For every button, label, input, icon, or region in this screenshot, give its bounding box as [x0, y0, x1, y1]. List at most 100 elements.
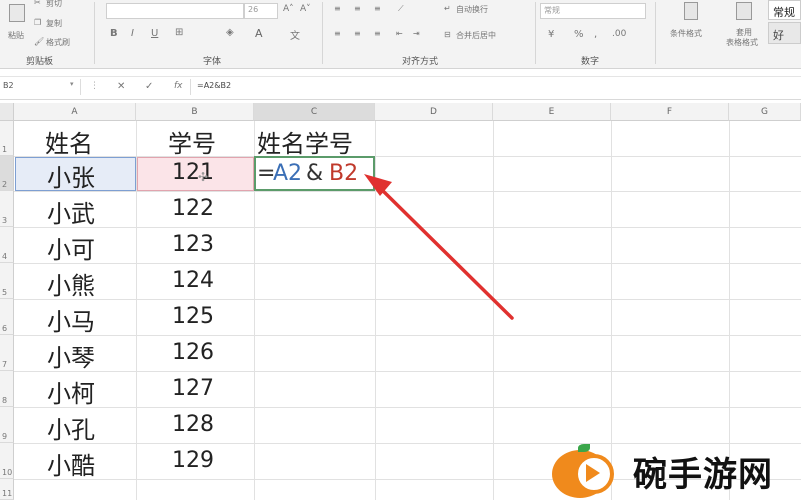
paste-button[interactable]: 粘贴 — [4, 2, 30, 46]
separator — [322, 2, 323, 64]
cell-a3[interactable]: 小武 — [47, 194, 95, 229]
percent-icon[interactable]: % — [574, 29, 584, 40]
enter-button[interactable]: ✓ — [145, 81, 153, 92]
format-as-table-button[interactable]: 套用 表格格式 — [724, 0, 764, 50]
number-group-label: 数字 — [581, 57, 600, 67]
format-as-table-label-2: 表格格式 — [726, 38, 758, 47]
column-header-a[interactable]: A — [14, 103, 136, 121]
border-icon[interactable]: ⊞ — [175, 27, 183, 38]
row-header-11[interactable]: 11 — [0, 479, 14, 500]
row-number: 5 — [2, 288, 8, 297]
currency-icon[interactable]: ¥ — [548, 29, 554, 40]
name-box-value: B2 — [3, 81, 14, 90]
conditional-format-icon — [684, 2, 698, 20]
grid-line — [14, 227, 801, 228]
cell-b10[interactable]: 129 — [172, 448, 214, 473]
align-bottom-icon[interactable]: ≡ — [374, 4, 381, 13]
paste-label: 粘贴 — [8, 31, 24, 40]
row-header-10[interactable]: 10 — [0, 443, 14, 479]
conditional-format-button[interactable]: 条件格式 — [668, 0, 712, 46]
annotation-arrow — [364, 174, 514, 320]
cut-label: 剪切 — [46, 0, 62, 8]
cancel-button[interactable]: ✕ — [117, 81, 125, 92]
shrink-font-icon[interactable]: A˅ — [300, 4, 311, 14]
underline-button[interactable]: U — [151, 28, 158, 39]
style-normal-label: 常规 — [773, 6, 795, 19]
row-header-4[interactable]: 4 — [0, 227, 14, 263]
row-header-2[interactable]: 2 — [0, 156, 14, 191]
cell-a1[interactable]: 姓名 — [45, 124, 93, 159]
cell-b9[interactable]: 128 — [172, 412, 214, 437]
number-format-value: 常规 — [544, 6, 560, 15]
cell-a6[interactable]: 小马 — [47, 302, 95, 337]
row-header-9[interactable]: 9 — [0, 407, 14, 443]
wrap-text-icon: ↵ — [444, 4, 451, 13]
row-header-7[interactable]: 7 — [0, 335, 14, 371]
select-all-corner[interactable] — [0, 103, 14, 121]
formula-input[interactable]: =A2&B2 — [190, 79, 801, 95]
orientation-icon[interactable]: ⟋ — [398, 4, 404, 14]
row-header-1[interactable]: 1 — [0, 121, 14, 156]
style-good[interactable]: 好 — [768, 22, 801, 44]
cell-c2[interactable]: = A2 & B2 — [254, 156, 375, 191]
row-header-5[interactable]: 5 — [0, 263, 14, 299]
cell-b5[interactable]: 124 — [172, 268, 214, 293]
chevron-down-icon: ▾ — [70, 80, 74, 88]
cell-b6[interactable]: 125 — [172, 304, 214, 329]
column-header-f[interactable]: F — [611, 103, 729, 121]
phonetic-icon[interactable]: 文 — [290, 27, 300, 42]
cell-b4[interactable]: 123 — [172, 232, 214, 257]
align-middle-icon[interactable]: ≡ — [354, 4, 361, 13]
cell-a4[interactable]: 小可 — [47, 230, 95, 265]
column-header-g[interactable]: G — [729, 103, 801, 121]
watermark-text: 碗手游网 — [633, 455, 773, 495]
cell-b8[interactable]: 127 — [172, 376, 214, 401]
number-format-select[interactable]: 常规 — [540, 3, 646, 19]
font-size-select[interactable]: 26 — [244, 3, 278, 19]
decimal-icon[interactable]: .00 — [612, 29, 626, 39]
align-left-icon[interactable]: ≡ — [334, 29, 341, 38]
cell-a7[interactable]: 小琴 — [47, 338, 95, 373]
style-normal[interactable]: 常规 — [768, 0, 801, 20]
copy-label: 复制 — [46, 19, 62, 28]
name-box[interactable]: B2 ▾ — [0, 79, 81, 95]
grid-line — [14, 191, 801, 192]
row-number: 7 — [2, 360, 8, 369]
cell-a2[interactable]: 小张 — [47, 158, 95, 193]
cell-a8[interactable]: 小柯 — [47, 374, 95, 409]
row-number: 11 — [2, 489, 13, 498]
grow-font-icon[interactable]: A˄ — [283, 4, 294, 14]
column-header-b[interactable]: B — [136, 103, 254, 121]
conditional-format-label: 条件格式 — [670, 29, 702, 38]
cell-a5[interactable]: 小熊 — [47, 266, 95, 301]
comma-icon[interactable]: , — [594, 29, 597, 40]
cell-b1[interactable]: 学号 — [168, 124, 216, 159]
separator — [655, 2, 656, 64]
cell-a9[interactable]: 小孔 — [47, 410, 95, 445]
column-header-e[interactable]: E — [493, 103, 611, 121]
bold-button[interactable]: B — [110, 28, 118, 39]
indent-increase-icon[interactable]: ⇥ — [413, 29, 420, 38]
cell-b3[interactable]: 122 — [172, 196, 214, 221]
insert-function-button[interactable]: fx — [174, 81, 183, 91]
font-name-select[interactable] — [106, 3, 244, 19]
row-header-6[interactable]: 6 — [0, 299, 14, 335]
formula-ref-a2: A2 — [273, 161, 303, 186]
cell-c1[interactable]: 姓名学号 — [257, 124, 353, 159]
row-number: 3 — [2, 216, 8, 225]
row-number: 10 — [2, 468, 13, 477]
italic-button[interactable]: I — [131, 28, 134, 39]
cell-b7[interactable]: 126 — [172, 340, 214, 365]
fill-color-icon[interactable]: ◈ — [226, 27, 234, 38]
scissors-icon: ✂ — [34, 0, 41, 7]
cell-a10[interactable]: 小酷 — [47, 446, 95, 481]
indent-decrease-icon[interactable]: ⇤ — [396, 29, 403, 38]
row-header-3[interactable]: 3 — [0, 191, 14, 227]
column-header-c[interactable]: C — [254, 103, 375, 121]
font-color-button[interactable]: A — [255, 27, 263, 40]
align-top-icon[interactable]: ≡ — [334, 4, 341, 13]
column-header-d[interactable]: D — [375, 103, 493, 121]
align-center-icon[interactable]: ≡ — [354, 29, 361, 38]
row-header-8[interactable]: 8 — [0, 371, 14, 407]
align-right-icon[interactable]: ≡ — [374, 29, 381, 38]
